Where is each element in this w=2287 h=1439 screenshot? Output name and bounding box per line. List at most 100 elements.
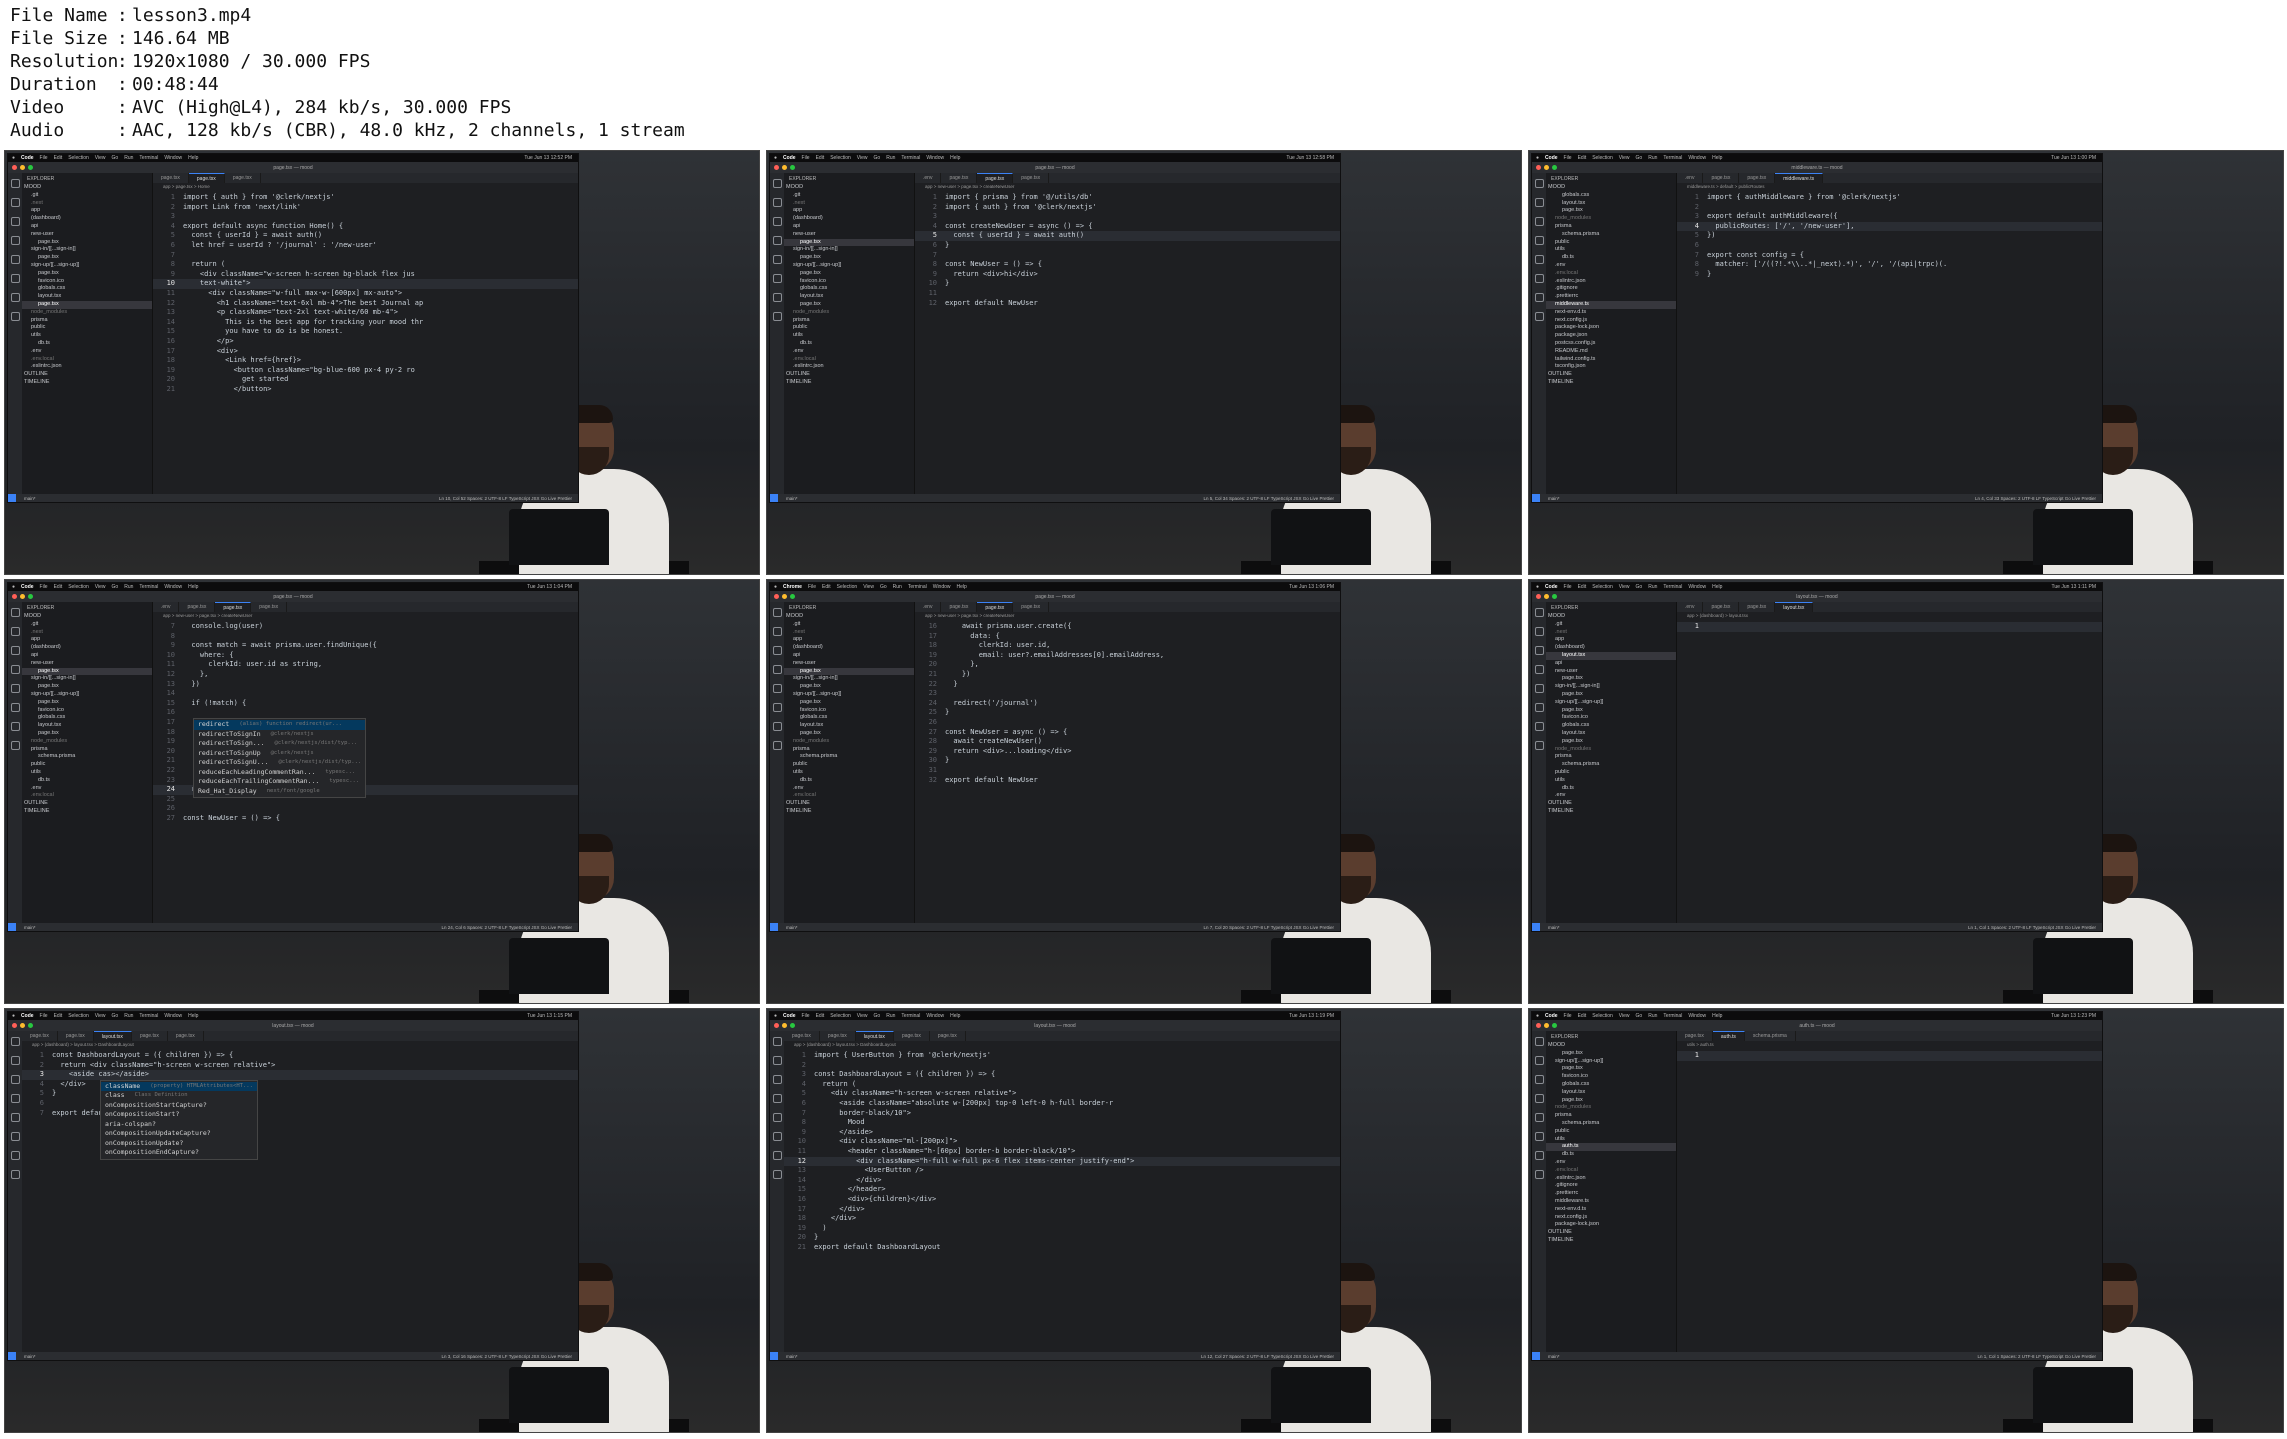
extensions-icon[interactable] bbox=[772, 684, 782, 693]
extensions-icon[interactable] bbox=[10, 255, 20, 264]
editor-tab[interactable]: page.tsx bbox=[1739, 602, 1776, 612]
extensions-icon[interactable] bbox=[10, 1113, 20, 1122]
suggestion-item[interactable]: onCompositionUpdate? bbox=[101, 1139, 257, 1149]
menu-item-view[interactable]: View bbox=[1619, 1013, 1630, 1019]
tree-item[interactable]: page.tsx bbox=[22, 667, 152, 676]
editor-tab[interactable]: page.tsx bbox=[820, 1031, 856, 1041]
tree-item[interactable]: layout.tsx bbox=[22, 293, 152, 301]
menu-app-name[interactable]: Chrome bbox=[783, 584, 802, 590]
tree-item[interactable]: layout.tsx bbox=[784, 722, 914, 730]
menu-item-file[interactable]: File bbox=[802, 155, 810, 161]
menu-item-view[interactable]: View bbox=[1619, 155, 1630, 161]
account-icon[interactable] bbox=[10, 1151, 20, 1160]
tree-item[interactable]: page.tsx bbox=[784, 238, 914, 247]
tree-item[interactable]: MOOD bbox=[1546, 613, 1676, 621]
tree-item[interactable]: prisma bbox=[22, 746, 152, 754]
tree-item[interactable]: node_modules bbox=[784, 309, 914, 317]
tree-item[interactable]: globals.css bbox=[1546, 1081, 1676, 1089]
tree-item[interactable]: public bbox=[1546, 769, 1676, 777]
tree-item[interactable]: app bbox=[22, 636, 152, 644]
tree-item[interactable]: tsconfig.json bbox=[1546, 363, 1676, 371]
tree-item[interactable]: globals.css bbox=[1546, 192, 1676, 200]
tree-item[interactable]: MOOD bbox=[784, 613, 914, 621]
tree-item[interactable]: new-user bbox=[22, 231, 152, 239]
tree-item[interactable]: favicon.ico bbox=[784, 278, 914, 286]
tree-item[interactable]: (dashboard) bbox=[22, 215, 152, 223]
gear-icon[interactable] bbox=[772, 312, 782, 321]
search-icon[interactable] bbox=[1534, 198, 1544, 207]
tree-item[interactable]: globals.css bbox=[1546, 722, 1676, 730]
files-icon[interactable] bbox=[10, 608, 20, 617]
tree-item[interactable]: node_modules bbox=[1546, 746, 1676, 754]
remote-indicator[interactable] bbox=[1532, 923, 1540, 931]
tree-item[interactable]: .git bbox=[22, 621, 152, 629]
menu-item-view[interactable]: View bbox=[863, 584, 874, 590]
tree-item[interactable]: next.config.js bbox=[1546, 317, 1676, 325]
menu-app-name[interactable]: Code bbox=[1545, 1013, 1558, 1019]
remote-indicator[interactable] bbox=[8, 923, 16, 931]
menu-item-go[interactable]: Go bbox=[874, 155, 881, 161]
editor-tab[interactable]: .env bbox=[915, 602, 942, 612]
menu-app-name[interactable]: Code bbox=[1545, 584, 1558, 590]
tree-item[interactable]: page.tsx bbox=[784, 270, 914, 278]
tree-item[interactable]: .env bbox=[784, 348, 914, 356]
editor-tab[interactable]: auth.ts bbox=[1712, 1031, 1745, 1041]
branch-indicator[interactable]: main* bbox=[1548, 496, 1560, 501]
editor-tab[interactable]: page.tsx bbox=[930, 1031, 966, 1041]
tree-item[interactable]: page.tsx bbox=[22, 239, 152, 247]
menu-item-run[interactable]: Run bbox=[886, 155, 895, 161]
tree-item[interactable]: globals.css bbox=[22, 285, 152, 293]
menu-item-help[interactable]: Help bbox=[950, 1013, 960, 1019]
editor-tab[interactable]: .env bbox=[1677, 173, 1704, 183]
tree-item[interactable]: sign-in/[[...sign-in]] bbox=[1546, 683, 1676, 691]
editor-tab[interactable]: page.tsx bbox=[215, 602, 252, 612]
menu-item-window[interactable]: Window bbox=[933, 584, 951, 590]
tree-item[interactable]: TIMELINE bbox=[1546, 808, 1676, 816]
run-debug-icon[interactable] bbox=[1534, 236, 1544, 245]
remote-icon[interactable] bbox=[10, 703, 20, 712]
tree-item[interactable]: page.tsx bbox=[784, 667, 914, 676]
account-icon[interactable] bbox=[1534, 1151, 1544, 1160]
remote-indicator[interactable] bbox=[770, 1352, 778, 1360]
tree-item[interactable]: TIMELINE bbox=[1546, 379, 1676, 387]
tree-item[interactable]: (dashboard) bbox=[1546, 644, 1676, 652]
tree-item[interactable]: public bbox=[1546, 1128, 1676, 1136]
tree-item[interactable]: page.tsx bbox=[784, 301, 914, 309]
breadcrumb[interactable]: app > (dashboard) > layout.tsx > Dashboa… bbox=[22, 1041, 578, 1049]
source-control-icon[interactable] bbox=[10, 1075, 20, 1084]
account-icon[interactable] bbox=[772, 293, 782, 302]
tree-item[interactable]: .git bbox=[784, 192, 914, 200]
tree-item[interactable]: node_modules bbox=[22, 309, 152, 317]
suggestion-item[interactable]: reduceEachTrailingCommentRan... typesc... bbox=[194, 777, 365, 787]
menu-item-view[interactable]: View bbox=[857, 155, 868, 161]
extensions-icon[interactable] bbox=[1534, 684, 1544, 693]
menu-item-terminal[interactable]: Terminal bbox=[901, 1013, 920, 1019]
tree-item[interactable]: .env.local bbox=[22, 792, 152, 800]
menu-item-file[interactable]: File bbox=[40, 1013, 48, 1019]
gear-icon[interactable] bbox=[1534, 312, 1544, 321]
tree-item[interactable]: api bbox=[784, 652, 914, 660]
search-icon[interactable] bbox=[1534, 627, 1544, 636]
code-editor[interactable]: 16 await prisma.user.create({17 data: {1… bbox=[915, 620, 1340, 923]
menu-item-file[interactable]: File bbox=[1564, 1013, 1572, 1019]
tree-item[interactable]: .git bbox=[784, 621, 914, 629]
tree-item[interactable]: OUTLINE bbox=[1546, 371, 1676, 379]
menu-item-help[interactable]: Help bbox=[188, 155, 198, 161]
files-icon[interactable] bbox=[772, 608, 782, 617]
tree-item[interactable]: TIMELINE bbox=[1546, 1237, 1676, 1245]
suggestion-item[interactable]: onCompositionStart? bbox=[101, 1110, 257, 1120]
menu-item-view[interactable]: View bbox=[95, 1013, 106, 1019]
tree-item[interactable]: page.tsx bbox=[22, 254, 152, 262]
editor-tab[interactable]: page.tsx bbox=[22, 1031, 58, 1041]
tree-item[interactable]: utils bbox=[22, 769, 152, 777]
branch-indicator[interactable]: main* bbox=[1548, 1354, 1560, 1359]
menu-item-selection[interactable]: Selection bbox=[1592, 155, 1613, 161]
code-editor[interactable]: 1 bbox=[1677, 620, 2102, 923]
tree-item[interactable]: .env bbox=[22, 785, 152, 793]
menu-item-window[interactable]: Window bbox=[164, 1013, 182, 1019]
tree-item[interactable]: prisma bbox=[1546, 753, 1676, 761]
gear-icon[interactable] bbox=[10, 1170, 20, 1179]
tree-item[interactable]: .prettierrc bbox=[1546, 1190, 1676, 1198]
tree-item[interactable]: .git bbox=[1546, 621, 1676, 629]
tree-item[interactable]: public bbox=[784, 324, 914, 332]
